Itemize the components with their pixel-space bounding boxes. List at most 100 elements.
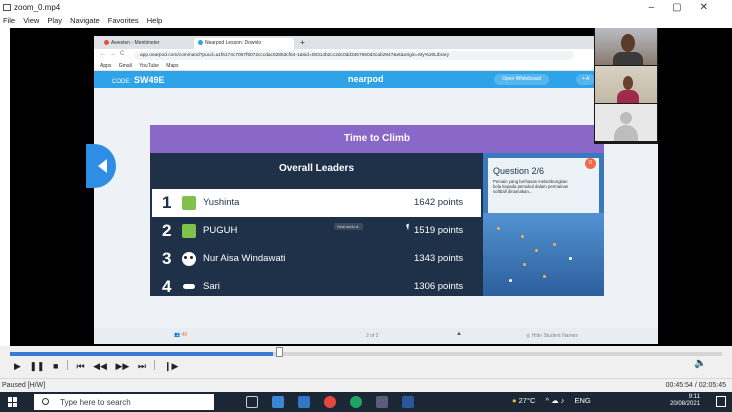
volume-icon[interactable]: 🔈 <box>694 358 706 369</box>
seek-progress <box>10 352 274 356</box>
tooltip: Sedi sedu d.. <box>334 223 364 230</box>
leader-points: 1642 points <box>414 197 464 208</box>
language-indicator[interactable]: ENG <box>575 396 591 405</box>
nearpod-icon <box>198 40 203 45</box>
nearpod-footer: 👥 40 2 of 2 ▲ ◎ Hide Student Names <box>94 328 658 344</box>
bookmark-maps[interactable]: Maps <box>166 63 178 69</box>
participant-video[interactable] <box>595 66 657 103</box>
weather-temp[interactable]: 27°C <box>519 396 536 405</box>
taskbar: Type here to search ● 27°C ^ ☁ ♪ ENG 9:1… <box>0 392 732 412</box>
url-field[interactable]: app.nearpod.com/command?pucd=a1f6174c706… <box>134 51 574 60</box>
app-icon[interactable] <box>350 396 362 408</box>
leader-points: 1519 points <box>414 225 464 236</box>
notification-icon[interactable] <box>716 396 726 407</box>
menu-play[interactable]: Play <box>47 16 62 25</box>
avatar-icon <box>182 224 196 238</box>
zoom-participants <box>594 28 658 144</box>
play-icon[interactable]: ▶ <box>14 361 21 372</box>
tab-nearpod[interactable]: Nearpod Lesson: Downlo <box>194 38 294 49</box>
climb-illustration <box>483 213 604 296</box>
leader-name: Sari <box>203 281 220 292</box>
browser-window: Awesten - Mentimeter Nearpod Lesson: Dow… <box>86 36 658 344</box>
leader-row: 3 Nur Aisa Windawati 1343 points <box>152 245 481 273</box>
session-code: CODE: SW49E <box>112 75 165 85</box>
step-frame-icon[interactable]: ❙▶ <box>164 361 178 372</box>
tray-icons[interactable]: ^ ☁ ♪ <box>545 396 564 405</box>
system-tray: ● 27°C ^ ☁ ♪ ENG <box>512 396 591 405</box>
bookmark-gmail[interactable]: Gmail <box>119 63 132 69</box>
nearpod-logo: nearpod <box>348 74 384 84</box>
leader-row: 2 PUGUH 1519 points <box>152 217 481 245</box>
pause-icon[interactable]: ❚❚ <box>29 361 44 372</box>
leader-points: 1306 points <box>414 281 464 292</box>
file-explorer-icon[interactable] <box>272 396 284 408</box>
app-icon <box>3 4 11 11</box>
open-whiteboard-button[interactable]: Open Whiteboard <box>494 74 550 85</box>
word-icon[interactable] <box>402 396 414 408</box>
chevron-up-icon[interactable]: ▲ <box>456 331 462 337</box>
hide-student-names-button[interactable]: ◎ Hide Student Names <box>526 333 578 339</box>
playback-status: Paused [H/W] <box>2 382 46 389</box>
tab-mentimeter[interactable]: Awesten - Mentimeter <box>100 38 192 49</box>
question-badge: 0 <box>585 158 596 169</box>
skip-back-icon[interactable]: ⏮ <box>77 361 85 372</box>
window-title: zoom_0.mp4 <box>14 3 61 12</box>
nearpod-header: CODE: SW49E nearpod Open Whiteboard + A <box>94 71 658 88</box>
leaderboard: Overall Leaders 1 Yushinta 1642 points 2… <box>150 153 483 296</box>
leader-points: 1343 points <box>414 253 464 264</box>
playback-time: 00:45:54 / 02:05:45 <box>665 382 726 389</box>
leader-name: PUGUH <box>203 225 238 236</box>
window-controls[interactable]: –▢✕ <box>649 2 726 13</box>
menu-help[interactable]: Help <box>147 16 162 25</box>
menu-favorites[interactable]: Favorites <box>108 16 139 25</box>
taskbar-clock[interactable]: 9:11 20/08/2021 <box>670 394 700 408</box>
new-tab-button[interactable]: + <box>298 38 310 49</box>
bookmark-youtube[interactable]: YouTube <box>139 63 159 69</box>
bookmark-apps[interactable]: Apps <box>100 63 111 69</box>
rank: 3 <box>162 249 172 268</box>
media-player-icon[interactable] <box>376 396 388 408</box>
leader-row: 1 Yushinta 1642 points <box>152 189 481 217</box>
leader-name: Nur Aisa Windawati <box>203 253 286 264</box>
menu-file[interactable]: File <box>3 16 15 25</box>
rank: 1 <box>162 193 172 212</box>
add-button[interactable]: + A <box>576 74 596 85</box>
page-indicator: 2 of 2 <box>366 333 379 339</box>
menu-bar: File View Play Navigate Favorites Help <box>0 16 732 28</box>
menu-view[interactable]: View <box>23 16 39 25</box>
question-title: Question 2/6 <box>493 166 545 176</box>
rank: 4 <box>162 277 172 296</box>
question-text: Pemain yang berhasas melambungkan bola k… <box>493 179 569 194</box>
activity-banner: Time to Climb <box>150 125 604 153</box>
rewind-icon[interactable]: ◀◀ <box>93 361 107 372</box>
stop-icon[interactable]: ■ <box>53 361 58 371</box>
menu-navigate[interactable]: Navigate <box>70 16 100 25</box>
participant-avatar[interactable] <box>595 104 657 141</box>
mail-icon[interactable] <box>298 396 310 408</box>
windows-start-icon[interactable] <box>8 397 18 407</box>
search-icon <box>42 398 49 405</box>
nav-buttons[interactable]: ←→C <box>100 51 128 57</box>
address-bar: ←→C app.nearpod.com/command?pucd=a1f6174… <box>94 49 658 61</box>
rank: 2 <box>162 221 172 240</box>
playback-buttons: ▶ ❚❚ ■ ⏮ ◀◀ ▶▶ ⏭ ❙▶ <box>14 360 184 372</box>
seek-thumb[interactable] <box>276 347 283 357</box>
taskbar-search[interactable]: Type here to search <box>34 394 214 410</box>
leader-name: Yushinta <box>203 197 240 208</box>
leader-row: 4 Sari 1306 points <box>152 273 481 296</box>
status-bar: Paused [H/W] 00:45:54 / 02:05:45 <box>0 378 732 392</box>
leaderboard-title: Overall Leaders <box>278 163 355 174</box>
chrome-icon[interactable] <box>324 396 336 408</box>
students-count[interactable]: 👥 40 <box>174 332 187 338</box>
browser-tabs: Awesten - Mentimeter Nearpod Lesson: Dow… <box>94 36 658 49</box>
skip-forward-icon[interactable]: ⏭ <box>138 361 146 372</box>
title-bar: zoom_0.mp4 –▢✕ <box>0 0 732 16</box>
seek-bar[interactable] <box>10 352 722 356</box>
task-view-icon[interactable] <box>246 396 258 408</box>
question-panel: Question 2/6 Pemain yang berhasas melamb… <box>483 153 604 296</box>
panda-avatar-icon <box>182 252 196 266</box>
bookmarks-bar: Apps Gmail YouTube Maps <box>94 61 658 71</box>
mentimeter-icon <box>104 40 109 45</box>
participant-video[interactable] <box>595 28 657 65</box>
fast-forward-icon[interactable]: ▶▶ <box>116 361 130 372</box>
